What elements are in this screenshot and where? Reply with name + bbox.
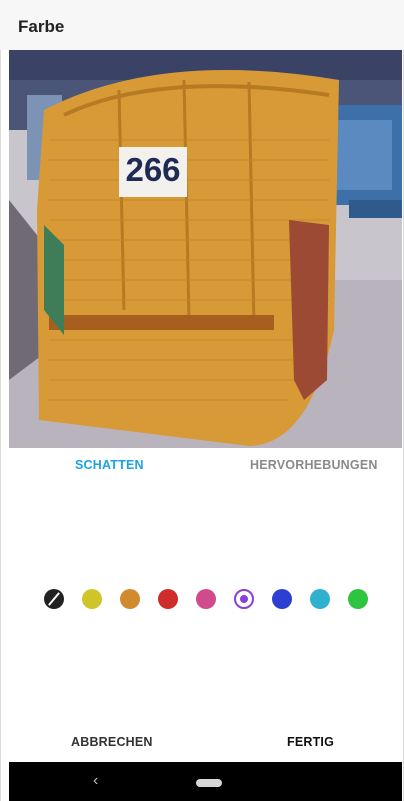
color-swatch-row	[0, 589, 404, 611]
back-icon[interactable]: ‹	[93, 772, 98, 790]
swatch-blue[interactable]	[272, 589, 292, 609]
done-button[interactable]: FERTIG	[287, 735, 334, 749]
system-nav-bar: ‹	[9, 762, 402, 801]
app-bar: Farbe	[0, 0, 404, 50]
page-title: Farbe	[18, 17, 65, 36]
beach-chair-photo: 266	[9, 50, 402, 448]
swatch-yellow[interactable]	[82, 589, 102, 609]
photo-illustration	[9, 50, 402, 448]
swatch-orange[interactable]	[120, 589, 140, 609]
tab-schatten[interactable]: SCHATTEN	[75, 458, 144, 472]
swatch-none[interactable]	[44, 589, 64, 609]
selected-dot-icon	[240, 595, 248, 603]
tab-hervorhebungen[interactable]: HERVORHEBUNGEN	[250, 458, 378, 472]
swatch-pink[interactable]	[196, 589, 216, 609]
home-icon[interactable]	[196, 779, 222, 787]
swatch-red[interactable]	[158, 589, 178, 609]
swatch-cyan[interactable]	[310, 589, 330, 609]
swatch-green[interactable]	[348, 589, 368, 609]
number-sign-text: 266	[125, 151, 181, 188]
cancel-button[interactable]: ABBRECHEN	[71, 735, 153, 749]
swatch-purple-selected[interactable]	[234, 589, 254, 609]
